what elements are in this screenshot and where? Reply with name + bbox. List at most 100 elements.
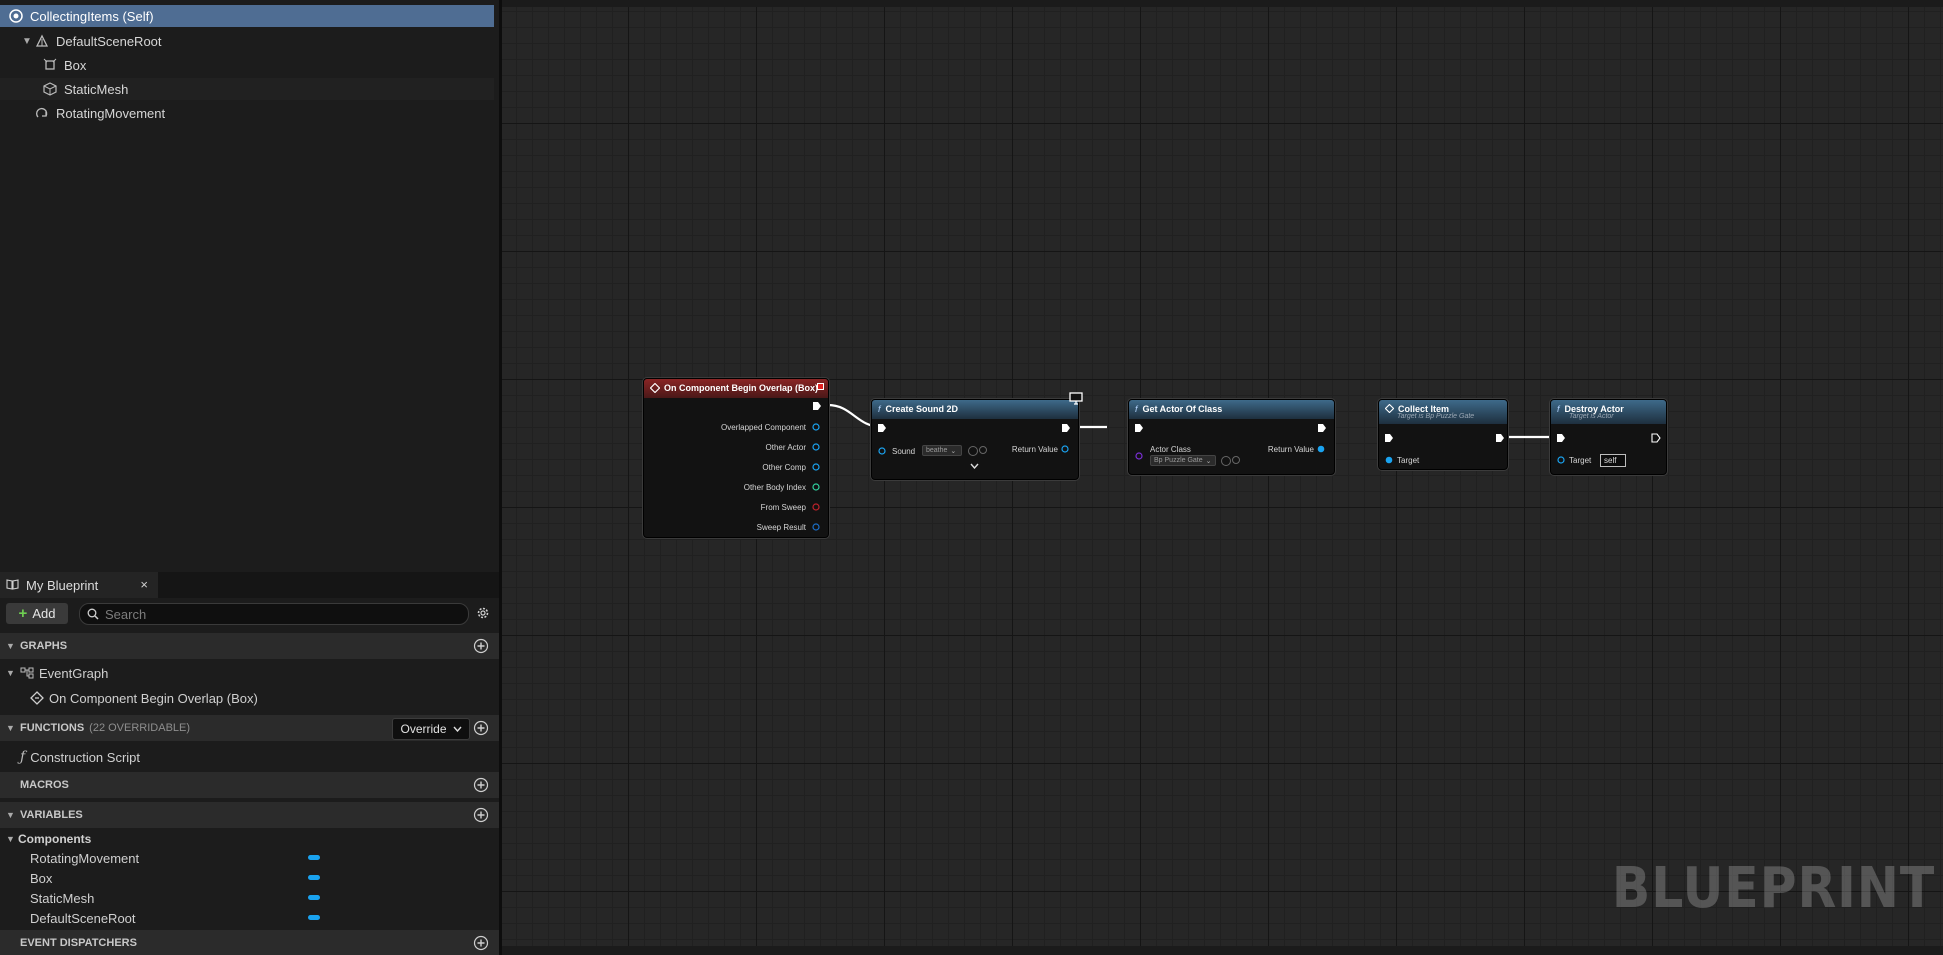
exec-out-pin[interactable] xyxy=(812,401,822,411)
variable-type-pill xyxy=(308,875,320,880)
use-asset-icon[interactable] xyxy=(1221,456,1231,466)
pin-label: Actor Class xyxy=(1150,445,1191,454)
variable-label: StaticMesh xyxy=(30,890,95,906)
node-destroy-actor[interactable]: f Destroy Actor Target is Actor Target s… xyxy=(1550,399,1667,475)
component-label: DefaultSceneRoot xyxy=(56,33,162,49)
node-title: Get Actor Of Class xyxy=(1142,404,1223,414)
override-dropdown[interactable]: Override xyxy=(392,718,470,740)
node-header: f Destroy Actor Target is Actor xyxy=(1551,400,1666,424)
sound-asset-dropdown[interactable]: beathe ⌄ xyxy=(922,445,962,456)
section-label: VARIABLES xyxy=(20,809,83,821)
class-pin[interactable] xyxy=(1135,452,1143,460)
tab-my-blueprint[interactable]: My Blueprint × xyxy=(0,572,158,598)
variable-type-pill xyxy=(308,915,320,920)
node-header: On Component Begin Overlap (Box) xyxy=(644,379,828,398)
graph-watermark: BLUEPRINT xyxy=(1611,856,1935,921)
object-pin[interactable] xyxy=(812,423,820,431)
add-macro-icon[interactable] xyxy=(473,777,489,793)
box-collision-icon xyxy=(42,57,58,73)
section-macros[interactable]: MACROS xyxy=(0,772,499,798)
component-box[interactable]: Box xyxy=(0,54,494,76)
object-pin[interactable] xyxy=(1557,456,1565,464)
component-staticmesh[interactable]: StaticMesh xyxy=(0,78,494,100)
node-get-actor-of-class[interactable]: f Get Actor Of Class Actor Class Bp Puzz… xyxy=(1128,399,1335,475)
chevron-down-icon[interactable] xyxy=(970,463,979,469)
exec-in-pin[interactable] xyxy=(1556,433,1566,443)
object-pin[interactable] xyxy=(878,447,886,455)
add-dispatcher-icon[interactable] xyxy=(473,935,489,951)
function-icon: f xyxy=(1557,404,1560,414)
add-button[interactable]: + Add xyxy=(6,603,68,624)
int-pin[interactable] xyxy=(812,483,820,491)
function-label: Construction Script xyxy=(30,749,141,765)
variable-row[interactable]: Box xyxy=(0,867,499,889)
object-pin[interactable] xyxy=(1317,445,1325,453)
collapse-arrow-icon[interactable]: ▼ xyxy=(22,36,32,47)
browse-search-icon[interactable] xyxy=(1232,456,1240,464)
node-title: Create Sound 2D xyxy=(885,404,959,414)
bool-pin[interactable] xyxy=(812,503,820,511)
rotating-movement-icon xyxy=(34,105,50,121)
event-graph-icon xyxy=(20,667,34,679)
search-input[interactable]: Search xyxy=(79,603,469,625)
component-rotatingmovement[interactable]: RotatingMovement xyxy=(0,102,494,124)
actor-class-dropdown[interactable]: Bp Puzzle Gate ⌄ xyxy=(1150,455,1216,466)
object-pin[interactable] xyxy=(1061,445,1069,453)
variable-row[interactable]: RotatingMovement xyxy=(0,847,499,869)
target-self-field[interactable]: self xyxy=(1600,454,1626,467)
exec-in-pin[interactable] xyxy=(1134,423,1144,433)
node-header: f Create Sound 2D xyxy=(872,400,1078,419)
pin-label: Target xyxy=(1397,456,1420,465)
graph-eventgraph[interactable]: ▼ EventGraph xyxy=(0,662,499,684)
section-variables[interactable]: ▼ VARIABLES xyxy=(0,802,499,828)
section-sublabel: (22 OVERRIDABLE) xyxy=(89,722,191,734)
exec-out-pin[interactable] xyxy=(1495,433,1505,443)
add-graph-icon[interactable] xyxy=(473,638,489,654)
collapse-arrow-icon: ▼ xyxy=(6,723,15,733)
function-icon: f xyxy=(1135,404,1138,414)
section-graphs[interactable]: ▼ GRAPHS xyxy=(0,633,499,659)
settings-gear-icon[interactable] xyxy=(475,605,491,621)
exec-out-pin[interactable] xyxy=(1651,433,1661,443)
browse-search-icon[interactable] xyxy=(979,446,987,454)
pin-label: Sweep Result xyxy=(756,523,806,532)
component-self[interactable]: CollectingItems (Self) xyxy=(0,5,494,27)
add-function-icon[interactable] xyxy=(473,720,489,736)
function-icon: ƒ xyxy=(20,749,26,765)
section-event-dispatchers[interactable]: EVENT DISPATCHERS xyxy=(0,930,499,955)
exec-in-pin[interactable] xyxy=(1384,433,1394,443)
struct-pin[interactable] xyxy=(812,523,820,531)
use-asset-icon[interactable] xyxy=(968,446,978,456)
exec-in-pin[interactable] xyxy=(877,423,887,433)
exec-out-pin[interactable] xyxy=(1317,423,1327,433)
node-create-sound-2d[interactable]: f Create Sound 2D Sound beathe ⌄ Return … xyxy=(871,399,1079,480)
close-icon[interactable]: × xyxy=(140,577,148,592)
pin-label: Overlapped Component xyxy=(721,423,806,432)
component-defaultsceneroot[interactable]: ▼ DefaultSceneRoot xyxy=(0,30,494,52)
add-variable-icon[interactable] xyxy=(473,807,489,823)
add-label: Add xyxy=(32,606,56,621)
variable-row[interactable]: StaticMesh xyxy=(0,887,499,909)
object-pin[interactable] xyxy=(812,443,820,451)
event-graph-canvas[interactable]: On Component Begin Overlap (Box) Overlap… xyxy=(502,0,1943,955)
section-label: MACROS xyxy=(20,779,69,791)
event-node-icon xyxy=(30,691,44,705)
tab-label: My Blueprint xyxy=(26,577,99,593)
function-icon: f xyxy=(878,404,881,414)
exec-out-pin[interactable] xyxy=(1061,423,1071,433)
section-label: EVENT DISPATCHERS xyxy=(20,936,137,949)
node-collect-item[interactable]: Collect Item Target is Bp Puzzle Gate Ta… xyxy=(1378,399,1508,470)
object-pin[interactable] xyxy=(1385,456,1393,464)
delegate-pin-icon[interactable] xyxy=(817,383,824,390)
graph-overlap-event[interactable]: On Component Begin Overlap (Box) xyxy=(0,687,499,709)
pin-label: Return Value xyxy=(1011,445,1058,454)
component-label: StaticMesh xyxy=(64,81,129,97)
my-blueprint-tabbar: My Blueprint × xyxy=(0,572,499,598)
combo-value: Bp Puzzle Gate xyxy=(1154,457,1203,464)
object-pin[interactable] xyxy=(812,463,820,471)
component-label: RotatingMovement xyxy=(56,105,166,121)
pin-label: Sound xyxy=(892,447,916,456)
variable-row[interactable]: DefaultSceneRoot xyxy=(0,907,499,929)
function-construction-script[interactable]: ƒ Construction Script xyxy=(0,746,499,768)
node-on-component-begin-overlap[interactable]: On Component Begin Overlap (Box) Overlap… xyxy=(643,378,829,538)
